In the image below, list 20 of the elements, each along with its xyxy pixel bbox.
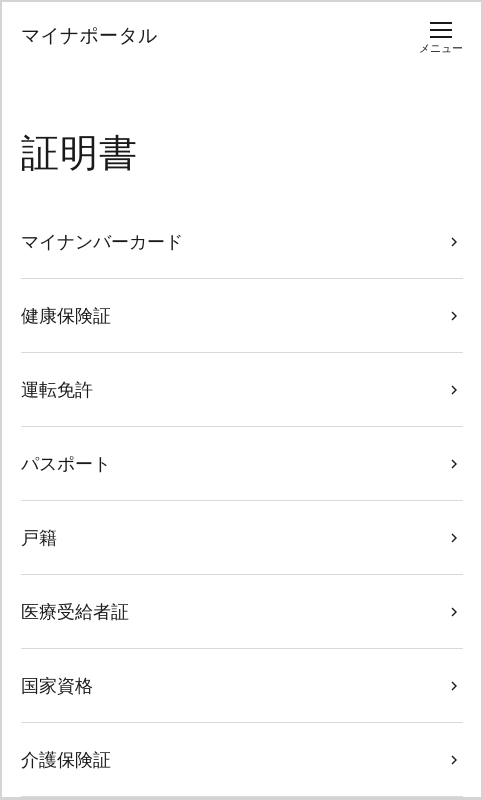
certificate-link[interactable]: 運転免許 xyxy=(21,353,463,427)
chevron-right-icon xyxy=(451,680,457,690)
chevron-right-icon xyxy=(451,310,457,320)
menu-icon xyxy=(430,22,452,38)
chevron-right-icon xyxy=(451,236,457,246)
certificate-link[interactable]: 国家資格 xyxy=(21,649,463,723)
chevron-right-icon xyxy=(451,754,457,764)
chevron-right-icon xyxy=(451,458,457,468)
chevron-right-icon xyxy=(451,384,457,394)
certificate-link[interactable]: 介護保険証 xyxy=(21,723,463,797)
chevron-right-icon xyxy=(451,606,457,616)
menu-button[interactable]: メニュー xyxy=(419,22,463,56)
certificate-link[interactable]: 健康保険証 xyxy=(21,279,463,353)
page-heading: 証明書 xyxy=(21,131,139,175)
certificate-link[interactable]: 戸籍 xyxy=(21,501,463,575)
certificate-link[interactable]: マイナンバーカード xyxy=(21,205,463,279)
certificate-link[interactable]: パスポート xyxy=(21,427,463,501)
certificate-link[interactable]: 医療受給者証 xyxy=(21,575,463,649)
site-title: マイナポータル xyxy=(21,24,158,48)
chevron-right-icon xyxy=(451,532,457,542)
